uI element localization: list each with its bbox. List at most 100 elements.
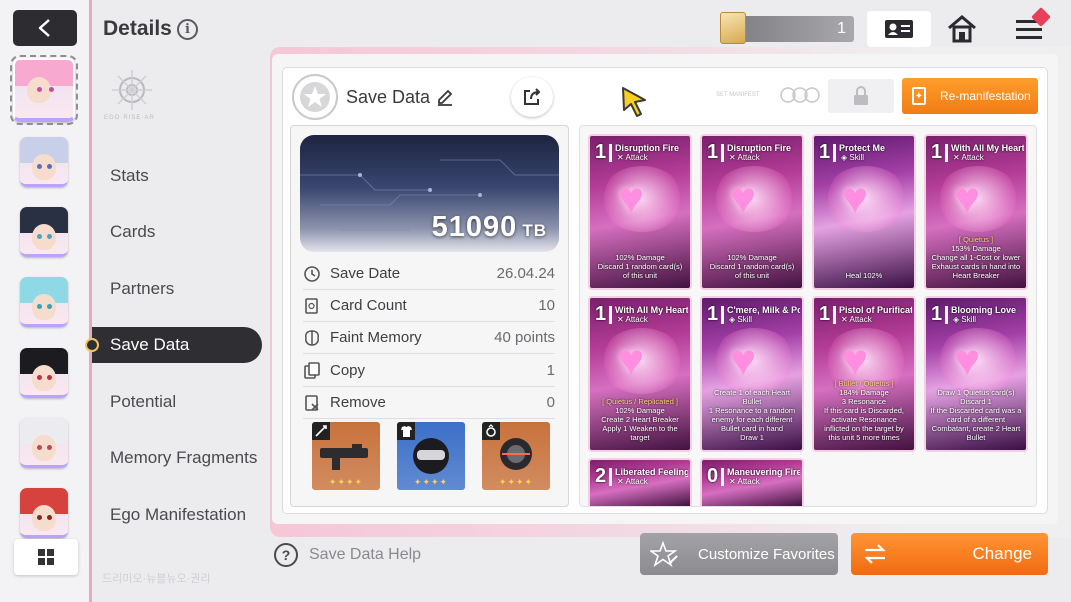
stat-value: 40 <box>494 329 511 346</box>
card-type: ✕ Attack <box>729 477 760 486</box>
nav-item-cards[interactable]: Cards <box>92 214 262 250</box>
card-description: Draw 1 Quietus card(s) Discard 1 If the … <box>930 388 1022 442</box>
portrait-face <box>32 224 56 250</box>
stat-label: Card Count <box>330 297 407 314</box>
share-button[interactable] <box>511 77 553 117</box>
portrait-eye <box>37 375 42 380</box>
character-portrait-char-silver[interactable] <box>20 137 68 187</box>
character-portrait-char-black[interactable] <box>20 348 68 398</box>
card-name: Protect Me <box>839 143 886 153</box>
nav-item-partners[interactable]: Partners <box>92 271 262 307</box>
card-description: Create 1 of each Heart Bullet 1 Resonanc… <box>706 388 798 442</box>
portrait-eye <box>37 515 42 520</box>
stat-value-wrap: 10 <box>538 297 555 314</box>
tb-number: 51090 <box>431 211 518 243</box>
star-edit-icon <box>650 541 678 567</box>
customize-favorites-button[interactable]: Customize Favorites <box>640 533 838 575</box>
info-icon[interactable]: i <box>177 19 198 40</box>
card-type-label: Skill <box>849 153 865 162</box>
edit-pencil-icon[interactable] <box>436 89 454 107</box>
card-cost: 1 <box>819 303 831 325</box>
stat-value: 0 <box>546 394 555 411</box>
save-data-title: Save Data <box>346 87 431 107</box>
card-item[interactable]: 1 With All My Heart! ✕ Attack ♥ [ Quietus / … <box>588 296 692 452</box>
portrait-face <box>32 154 56 180</box>
card-cost: 1 <box>931 141 943 163</box>
card-type: ✕ Attack <box>841 315 872 324</box>
card-type-label: Attack <box>849 315 872 324</box>
grid-view-button[interactable] <box>14 539 78 575</box>
equipment-slot-armor[interactable]: ✦✦✦✦ <box>397 422 465 490</box>
attack-icon: ✕ <box>953 153 960 162</box>
card-item[interactable]: 1 Blooming Love ◈ Skill ♥ Draw 1 Quietus car… <box>924 296 1028 452</box>
heart-art-icon: ♥ <box>954 336 981 385</box>
save-avatar[interactable] <box>292 74 338 120</box>
card-divider <box>945 306 948 324</box>
back-button[interactable] <box>13 10 77 46</box>
card-item[interactable]: 1 Disruption Fire ✕ Attack ♥ 102% Damage Dis… <box>700 134 804 290</box>
nav-item-ego-manifestation[interactable]: Ego Manifestation <box>92 497 262 533</box>
stat-row-copy: Copy 1 <box>303 355 555 387</box>
card-item[interactable]: 1 Disruption Fire ✕ Attack ♥ 102% Damage Dis… <box>588 134 692 290</box>
nav-item-memory-fragments[interactable]: Memory Fragments <box>92 440 262 476</box>
re-manifestation-label: Re-manifestation <box>940 89 1031 103</box>
rarity-stars: ✦✦✦✦ <box>413 477 449 487</box>
card-item[interactable]: 1 Protect Me ◈ Skill ♥ Heal 102% <box>812 134 916 290</box>
card-divider <box>833 144 836 162</box>
character-portrait-char-dark[interactable] <box>20 207 68 257</box>
portrait-face <box>32 505 56 531</box>
brain-icon <box>303 329 321 347</box>
card-cost: 1 <box>595 141 607 163</box>
help-icon[interactable]: ? <box>274 543 298 567</box>
card-name: C'mere, Milk & Pong! <box>727 305 800 315</box>
stat-row-faint-memory: Faint Memory 40 points <box>303 322 555 354</box>
character-portrait-char-red[interactable] <box>20 488 68 538</box>
profile-card-button[interactable] <box>867 11 931 47</box>
card-item[interactable]: 2 Liberated Feelings ✕ Attack <box>588 458 692 506</box>
card-divider <box>945 144 948 162</box>
change-button[interactable]: Change <box>851 533 1048 575</box>
heart-art-icon: ♥ <box>954 174 981 223</box>
stat-value: 10 <box>538 297 555 314</box>
lock-button[interactable] <box>828 79 894 113</box>
card-item[interactable]: 1Pistol of Purification✕ Attack♥[ Bullet… <box>812 296 916 452</box>
stat-label: Save Date <box>330 265 401 282</box>
card-item[interactable]: 0 Maneuvering Fire ✕ Attack <box>700 458 804 506</box>
character-portrait-char-white[interactable] <box>20 418 68 468</box>
star-badge-icon <box>300 82 330 112</box>
stat-unit: points <box>514 329 555 346</box>
re-manifestation-button[interactable]: ✦ Re-manifestation <box>902 78 1038 114</box>
card-type: ✕ Attack <box>729 153 760 162</box>
card-item[interactable]: 1 C'mere, Milk & Pong!◈ Skill ♥Create 1 of… <box>700 296 804 452</box>
nav-item-potential[interactable]: Potential <box>92 384 262 420</box>
stat-value-wrap: 40 points <box>494 329 555 346</box>
nav-item-stats[interactable]: Stats <box>92 158 262 194</box>
card-item[interactable]: 1 With All My Heart! ✕ Attack ♥ [ Quietus ] 1… <box>924 134 1028 290</box>
card-type-label: Attack <box>625 315 648 324</box>
ring-icon <box>482 422 500 440</box>
save-data-help-link[interactable]: Save Data Help <box>309 546 421 564</box>
stat-value: 1 <box>546 362 555 379</box>
portrait-eye <box>47 234 52 239</box>
character-portrait-char-pink[interactable] <box>10 55 78 125</box>
equipment-slot-weapon[interactable]: ✦✦✦✦ <box>312 422 380 490</box>
equipment-slot-accessory[interactable]: ✦✦✦✦ <box>482 422 550 490</box>
card-name: Disruption Fire <box>727 143 792 153</box>
home-button[interactable] <box>941 11 983 47</box>
card-description: [ Quietus / Replicated ] 102% Damage Crea… <box>594 397 686 442</box>
card-name: Liberated Feelings <box>615 467 688 477</box>
heart-art-icon: ♥ <box>618 174 645 223</box>
sword-icon <box>312 422 330 440</box>
nav-item-save-data[interactable]: Save Data <box>92 327 262 363</box>
character-portrait-char-teal[interactable] <box>20 277 68 327</box>
card-divider <box>721 144 724 162</box>
stat-value-wrap: 0 <box>547 394 555 411</box>
grid-icon <box>38 549 54 565</box>
page-title: Details <box>103 17 172 40</box>
portrait-eye <box>37 87 42 92</box>
portrait-eye <box>49 87 54 92</box>
rarity-stars: ✦✦✦✦ <box>328 477 364 487</box>
card-divider <box>721 306 724 324</box>
stat-label: Remove <box>330 394 386 411</box>
card-cost: 1 <box>819 141 831 163</box>
